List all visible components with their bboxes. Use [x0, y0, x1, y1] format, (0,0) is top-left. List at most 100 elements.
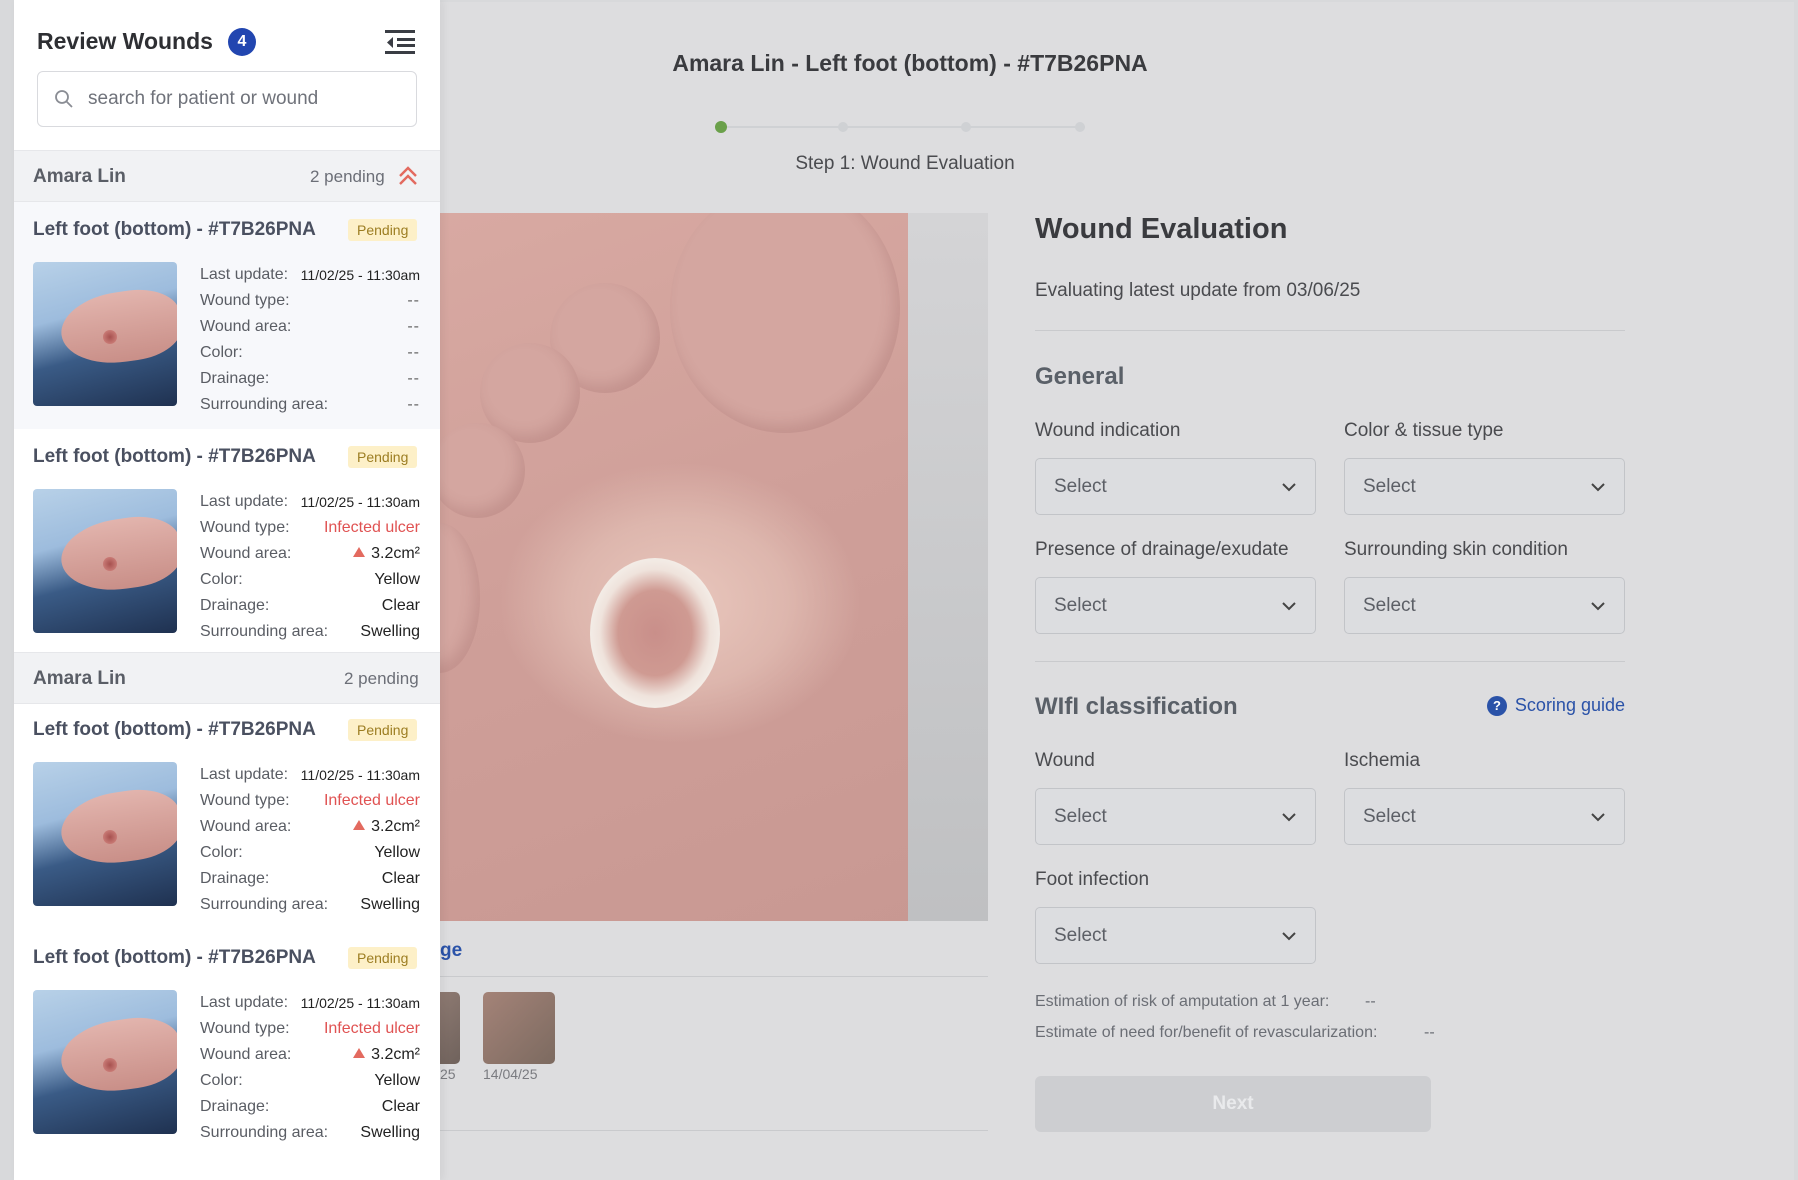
divider: [1035, 330, 1625, 331]
wound-details: Last update: 11/02/25 - 11:30am Wound typ…: [200, 762, 420, 918]
wound-details: Last update: 11/02/25 - 11:30am Wound typ…: [200, 262, 420, 418]
wound-area-value: 3.2cm²: [371, 1046, 420, 1063]
detail-row: Surrounding area: Swelling: [200, 892, 420, 918]
detail-label: Surrounding area:: [200, 896, 329, 913]
divider: [440, 976, 988, 977]
detail-row: Drainage: Clear: [200, 866, 420, 892]
scoring-guide-label: Scoring guide: [1514, 695, 1625, 715]
detail-label: Last update:: [200, 766, 289, 783]
chevron-down-icon: [1282, 601, 1296, 610]
search-input[interactable]: search for patient or wound: [37, 71, 417, 127]
select-value: Select: [1054, 594, 1107, 616]
drainage-label: Presence of drainage/exudate: [1035, 539, 1289, 560]
drainage-value: Clear: [381, 1098, 420, 1115]
detail-label: Color:: [200, 571, 243, 588]
detail-label: Last update:: [200, 493, 289, 510]
surrounding-value: Swelling: [360, 623, 420, 640]
patient-group-header[interactable]: Amara Lin 2 pending: [14, 652, 440, 704]
thumbnail-wound: [103, 557, 117, 571]
wound-type-value: Infected ulcer: [323, 519, 420, 536]
detail-row: Surrounding area: Swelling: [200, 1120, 420, 1146]
wound-type-value: Infected ulcer: [323, 792, 420, 809]
drainage-select[interactable]: Select: [1035, 577, 1316, 634]
chevron-down-icon: [1591, 601, 1605, 610]
wound-photo: [440, 213, 988, 921]
detail-row: Color: Yellow: [200, 1068, 420, 1094]
status-badge: Pending: [348, 446, 418, 468]
wound-item-title: Left foot (bottom) - #T7B26PNA: [33, 446, 316, 467]
wound-list-item[interactable]: Left foot (bottom) - #T7B26PNA Pending L…: [14, 429, 440, 656]
wound-select[interactable]: Select: [1035, 788, 1316, 845]
wound-type-value: Infected ulcer: [323, 1020, 420, 1037]
general-section-title: General: [1035, 363, 1125, 390]
wound-details: Last update: 11/02/25 - 11:30am Wound typ…: [200, 489, 420, 645]
ischemia-label: Ischemia: [1344, 750, 1421, 771]
wound-area-value: 3.2cm²: [371, 818, 420, 835]
wound-details: Last update: 11/02/25 - 11:30am Wound typ…: [200, 990, 420, 1146]
detail-label: Drainage:: [200, 597, 270, 614]
chevron-down-icon: [1591, 482, 1605, 491]
detail-label: Drainage:: [200, 870, 270, 887]
gallery-thumbnail[interactable]: [440, 992, 460, 1064]
step-dot-3[interactable]: [961, 122, 971, 132]
patient-group-header[interactable]: Amara Lin 2 pending: [14, 150, 440, 202]
select-value: Select: [1363, 594, 1416, 616]
gallery-thumbnail[interactable]: [483, 992, 555, 1064]
detail-label: Wound type:: [200, 792, 290, 809]
thumbnail-foot: [56, 1011, 177, 1099]
chevron-down-icon: [1282, 931, 1296, 940]
detail-label: Color:: [200, 1072, 243, 1089]
wound-list-item[interactable]: Left foot (bottom) - #T7B26PNA Pending L…: [14, 930, 440, 1157]
revascularization-label: Estimate of need for/benefit of revascul…: [1035, 1024, 1378, 1041]
thumbnail-wound: [103, 1058, 117, 1072]
wound-area-cell: 3.2cm²: [353, 818, 420, 836]
detail-row: Wound area: 3.2cm²: [200, 814, 420, 840]
wound-label: Wound: [1035, 750, 1095, 771]
wound-list-item[interactable]: Left foot (bottom) - #T7B26PNA Pending L…: [14, 202, 440, 429]
detail-row: Surrounding area: Swelling: [200, 619, 420, 645]
search-icon: [55, 90, 73, 108]
risk-value: --: [1365, 993, 1376, 1010]
gallery-link[interactable]: ge: [440, 940, 462, 962]
detail-label: Surrounding area:: [200, 396, 329, 413]
status-badge: Pending: [348, 719, 418, 741]
select-value: Select: [1363, 805, 1416, 827]
ischemia-select[interactable]: Select: [1344, 788, 1625, 845]
step-dot-4[interactable]: [1075, 122, 1085, 132]
detail-label: Last update:: [200, 266, 289, 283]
photo-toe: [440, 423, 525, 518]
divider: [440, 1130, 988, 1131]
foot-infection-select[interactable]: Select: [1035, 907, 1316, 964]
collapse-sidebar-icon[interactable]: [385, 29, 415, 55]
scoring-guide-link[interactable]: ? Scoring guide: [1486, 695, 1625, 716]
next-button[interactable]: Next: [1035, 1076, 1431, 1132]
select-value: Select: [1363, 475, 1416, 497]
step-dot-1[interactable]: [715, 121, 727, 133]
last-update-value: 11/02/25 - 11:30am: [300, 267, 420, 283]
detail-row: Wound type: --: [200, 288, 420, 314]
detail-row: Last update: 11/02/25 - 11:30am: [200, 262, 420, 288]
wound-type-value: --: [407, 292, 420, 309]
chevrons-up-icon[interactable]: [397, 165, 419, 187]
detail-row: Drainage: Clear: [200, 1094, 420, 1120]
detail-row: Color: --: [200, 340, 420, 366]
surrounding-skin-select[interactable]: Select: [1344, 577, 1625, 634]
increase-triangle-icon: [353, 820, 366, 830]
sidebar-title: Review Wounds: [37, 28, 213, 54]
step-dot-2[interactable]: [838, 122, 848, 132]
detail-row: Last update: 11/02/25 - 11:30am: [200, 990, 420, 1016]
detail-row: Color: Yellow: [200, 567, 420, 593]
color-tissue-label: Color & tissue type: [1344, 420, 1504, 441]
wound-indication-select[interactable]: Select: [1035, 458, 1316, 515]
revascularization-value: --: [1424, 1024, 1435, 1041]
select-value: Select: [1054, 805, 1107, 827]
wound-area-value: 3.2cm²: [371, 545, 420, 562]
search-placeholder: search for patient or wound: [88, 88, 319, 109]
detail-label: Wound type:: [200, 519, 290, 536]
color-tissue-select[interactable]: Select: [1344, 458, 1625, 515]
wound-list-item[interactable]: Left foot (bottom) - #T7B26PNA Pending L…: [14, 702, 440, 929]
color-value: Yellow: [374, 844, 420, 861]
increase-triangle-icon: [353, 1048, 366, 1058]
detail-row: Wound type: Infected ulcer: [200, 788, 420, 814]
drainage-value: --: [407, 370, 420, 387]
